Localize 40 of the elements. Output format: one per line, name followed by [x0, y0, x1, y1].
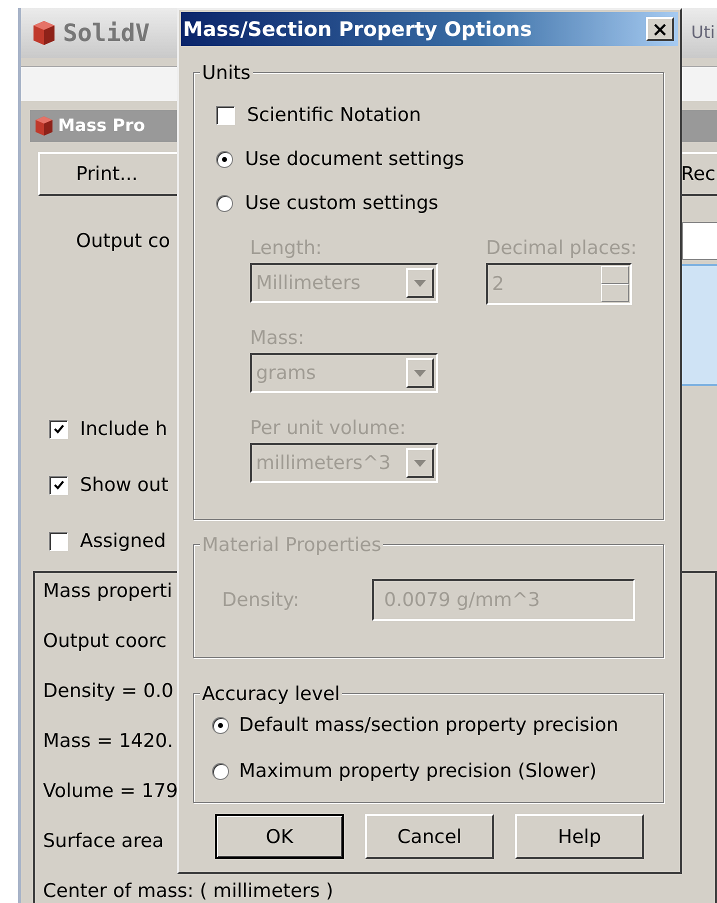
checkmark-icon	[52, 479, 64, 491]
radio-button[interactable]	[216, 194, 233, 212]
dialog-button[interactable]: OK	[215, 814, 344, 859]
checkbox[interactable]	[49, 532, 68, 550]
output-line: Output coorc	[43, 629, 167, 654]
dialog-title: Mass/Section Property Options	[183, 17, 532, 41]
checkbox[interactable]	[216, 106, 235, 124]
label: Output co	[76, 230, 170, 252]
app-title: SolidV	[63, 19, 150, 47]
checked-checkbox[interactable]	[49, 420, 68, 438]
close-button[interactable]: ×	[646, 17, 674, 41]
checkbox-label: Scientific Notation	[247, 104, 422, 126]
output-line: Density = 0.0	[43, 679, 174, 704]
checkmark-icon	[52, 423, 64, 435]
input-field[interactable]	[682, 222, 717, 260]
checkbox-label: Show out	[80, 474, 168, 496]
dialog-button[interactable]: Cancel	[365, 814, 494, 859]
caret-icon	[406, 358, 434, 388]
radio-button[interactable]	[216, 150, 233, 168]
output-line: Center of mass: ( millimeters )	[43, 879, 334, 903]
radio-label: Use custom settings	[245, 192, 438, 214]
menu-item[interactable]: Uti	[691, 23, 717, 43]
radio-button[interactable]	[212, 716, 229, 734]
spinner-arrows-icon	[601, 266, 629, 302]
output-line: Volume = 179	[43, 779, 178, 804]
radio-label: Default mass/section property precision	[239, 714, 618, 736]
group-title: Accuracy level	[200, 683, 342, 705]
radio-button[interactable]	[212, 762, 229, 780]
output-line: Mass properti	[43, 579, 172, 604]
checkbox-label: Assigned	[80, 530, 166, 552]
checkbox-label: Include h	[80, 418, 168, 440]
output-line: Mass = 1420.	[43, 729, 174, 754]
radio-label: Maximum property precision (Slower)	[239, 760, 597, 782]
output-line: Surface area	[43, 829, 164, 854]
checked-checkbox[interactable]	[49, 476, 68, 494]
dialog-button[interactable]: Help	[515, 814, 644, 859]
caret-icon	[406, 268, 434, 298]
radio-label: Use document settings	[245, 148, 464, 170]
caret-icon	[406, 448, 434, 478]
window-title: Mass Pro	[58, 116, 146, 136]
